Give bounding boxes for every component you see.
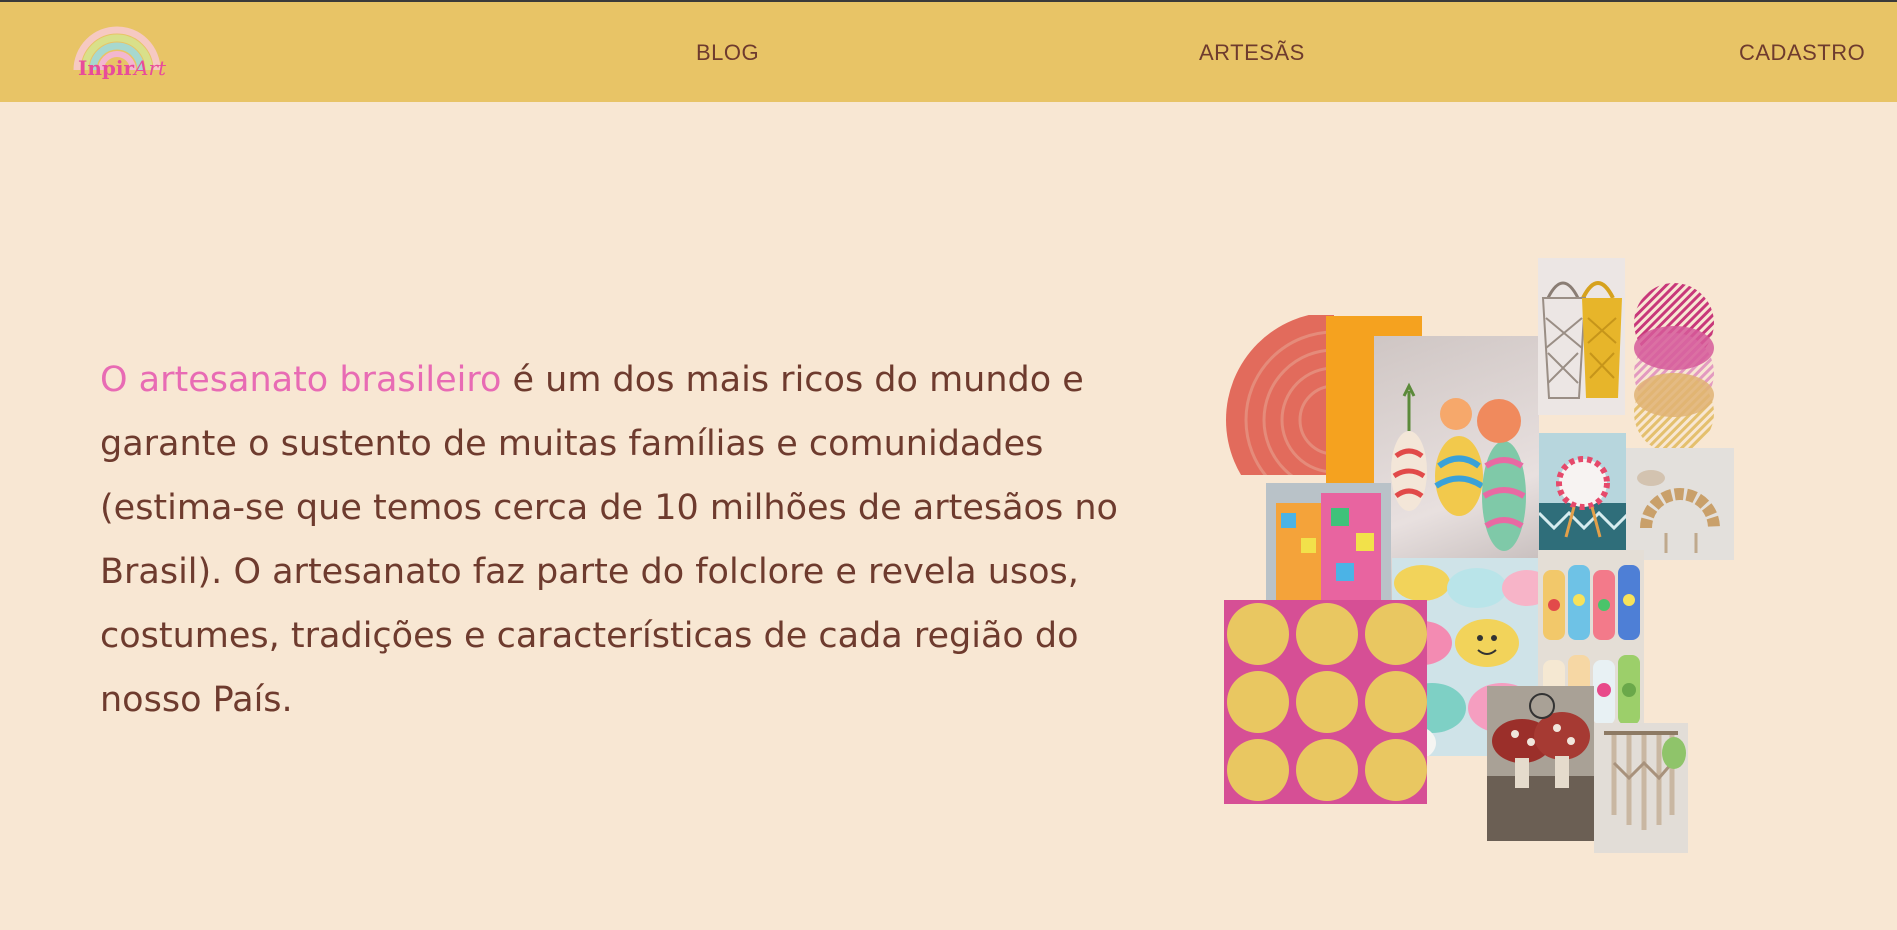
mushroom-embroidery-photo xyxy=(1487,686,1594,841)
nav-link-blog[interactable]: BLOG xyxy=(696,40,759,66)
hero-paragraph: O artesanato brasileiro é um dos mais ri… xyxy=(100,348,1180,732)
wooden-bead-art-photo xyxy=(1626,448,1734,560)
nav-link-cadastro[interactable]: CADASTRO xyxy=(1739,40,1865,66)
logo-text-primary: Inpir xyxy=(78,56,135,80)
top-navbar: InpirArt BLOG ARTESÃS CADASTRO xyxy=(0,0,1897,102)
hero-body: é um dos mais ricos do mundo e garante o… xyxy=(100,360,1118,720)
rainbow-arc-art xyxy=(1224,315,1334,475)
hero-highlight: O artesanato brasileiro xyxy=(100,360,502,400)
logo-text-accent: Art xyxy=(134,56,167,80)
inpirart-logo[interactable]: InpirArt xyxy=(72,8,166,80)
nav-link-artesas[interactable]: ARTESÃS xyxy=(1199,40,1305,66)
macrame-hanging-photo xyxy=(1594,723,1688,853)
painted-mirror-photo xyxy=(1539,433,1626,551)
macrame-bags-photo xyxy=(1538,258,1625,415)
striped-circles-art xyxy=(1624,283,1724,448)
logo-text: InpirArt xyxy=(78,56,166,80)
crafts-collage xyxy=(1224,258,1734,854)
yellow-dots-pattern xyxy=(1224,600,1427,804)
